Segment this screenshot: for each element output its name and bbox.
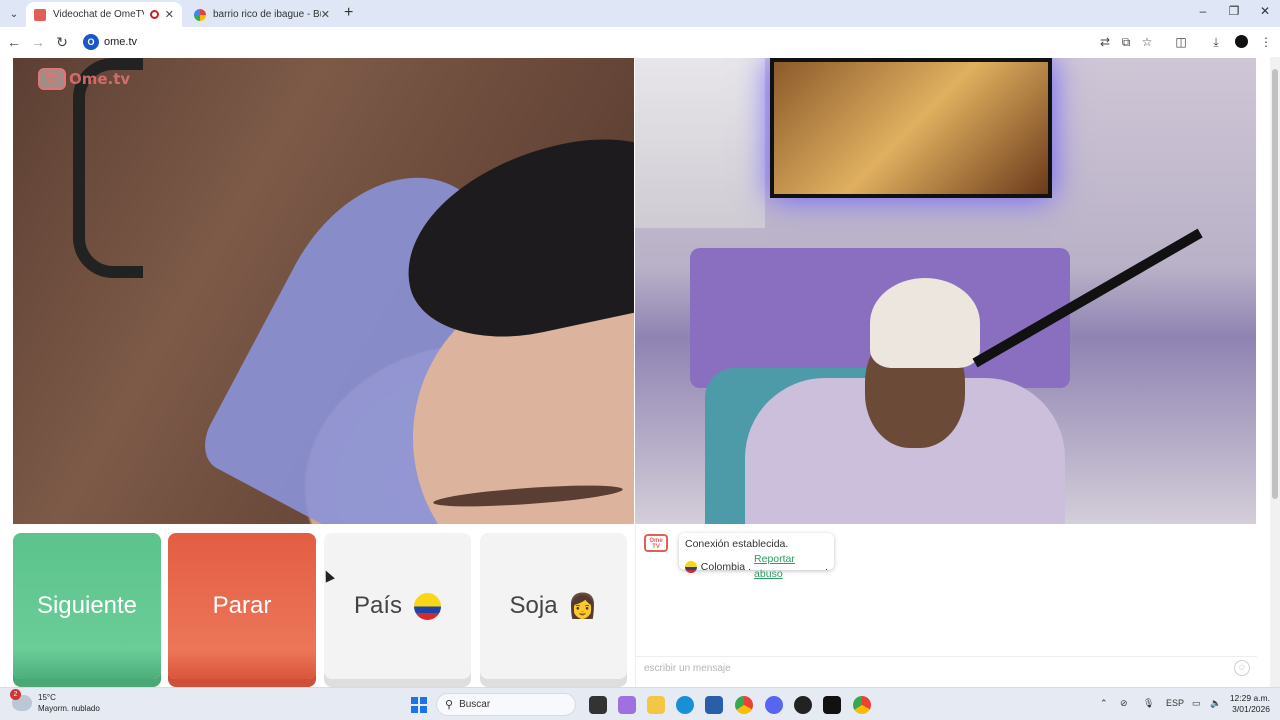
colombia-flag-icon <box>414 592 442 620</box>
next-label: Siguiente <box>36 592 138 619</box>
task-view-icon[interactable] <box>589 696 607 714</box>
reload-icon[interactable]: ↻ <box>54 34 70 50</box>
new-tab-button[interactable]: + <box>344 4 353 22</box>
language-indicator[interactable]: ESP <box>1166 698 1184 708</box>
file-explorer-icon[interactable] <box>647 696 665 714</box>
star-icon[interactable]: ☆ <box>1140 35 1154 49</box>
ometv-page: Ome TV Ome.tv Siguiente Parar País Soja … <box>0 57 1270 687</box>
close-icon[interactable]: ✕ <box>321 8 330 21</box>
obs-icon[interactable] <box>794 696 812 714</box>
minimize-button[interactable]: – <box>1193 4 1213 18</box>
tab-search[interactable]: barrio rico de ibague - Buscar c ✕ <box>186 2 338 27</box>
extensions-icon[interactable]: ◫ <box>1174 35 1188 49</box>
copilot-icon[interactable] <box>618 696 636 714</box>
page-scrollbar[interactable] <box>1270 57 1280 687</box>
stop-button[interactable]: Parar <box>168 533 316 679</box>
chevron-up-icon[interactable]: ⌃ <box>1100 698 1108 709</box>
video-detail <box>770 58 1052 198</box>
window-close-button[interactable]: ✕ <box>1255 4 1275 18</box>
display-icon[interactable]: ▭ <box>1192 698 1201 709</box>
forward-icon[interactable]: → <box>30 34 46 50</box>
ometv-favicon-icon <box>34 8 46 21</box>
close-icon[interactable]: ✕ <box>165 8 174 21</box>
country-suffix: . <box>748 560 752 573</box>
system-message: Conexión establecida. Colombia . Reporta… <box>679 533 834 580</box>
weather-badge: 2 <box>10 689 21 700</box>
tiktok-icon[interactable] <box>823 696 841 714</box>
emoji-icon[interactable]: ☺ <box>1234 660 1250 676</box>
country-name: Colombia <box>700 560 746 573</box>
weather-description: Mayorm. nublado <box>38 704 100 713</box>
country-label: País <box>353 592 403 619</box>
scrollbar-thumb[interactable] <box>1272 69 1278 499</box>
tab-title: Videochat de OmeTV: una <box>53 9 144 20</box>
woman-icon: 👩 <box>567 592 598 620</box>
message-input[interactable]: escribir un mensaje ☺ <box>636 656 1257 680</box>
colombia-flag-icon <box>685 561 697 573</box>
video-detail <box>870 278 980 368</box>
stop-label: Parar <box>212 592 272 619</box>
chrome-icon[interactable] <box>735 696 753 714</box>
browser-toolbar: ← → ↻ O ome.tv ⇄ ⧉ ☆ ◫ ⤓ ⋮ <box>0 27 1280 57</box>
temperature: 15°C <box>38 693 56 702</box>
gender-button[interactable]: Soja 👩 <box>480 533 627 679</box>
system-clock[interactable]: 12:29 a.m. 3/01/2026 <box>1226 693 1270 715</box>
install-icon[interactable]: ⧉ <box>1119 35 1133 49</box>
record-icon <box>149 10 159 19</box>
chat-panel: Ome TV Conexión establecida. Colombia . … <box>635 525 1257 687</box>
menu-icon[interactable]: ⋮ <box>1259 35 1273 49</box>
network-off-icon[interactable]: ⊘ <box>1120 698 1128 709</box>
clock-date: 3/01/2026 <box>1232 704 1270 714</box>
taskbar-search[interactable]: ⚲ Buscar <box>436 693 576 716</box>
edge-icon[interactable] <box>676 696 694 714</box>
address-bar[interactable]: ome.tv <box>104 36 137 48</box>
logo-badge: Ome TV <box>38 68 66 90</box>
tab-bar: ⌄ Videochat de OmeTV: una ✕ barrio rico … <box>0 0 1280 27</box>
tab-title: barrio rico de ibague - Buscar c <box>213 9 321 20</box>
video-detail <box>635 58 765 228</box>
ometv-logo: Ome TV Ome.tv <box>38 68 130 90</box>
store-icon[interactable] <box>705 696 723 714</box>
chrome-profile-icon[interactable] <box>853 696 871 714</box>
logo-text: Ome.tv <box>69 70 131 88</box>
clock-time: 12:29 a.m. <box>1229 693 1270 703</box>
self-video <box>635 58 1256 524</box>
chat-logo: Ome TV <box>644 534 668 552</box>
next-button[interactable]: Siguiente <box>13 533 161 679</box>
video-detail <box>73 58 143 278</box>
windows-icon[interactable] <box>411 697 427 713</box>
tab-ometv[interactable]: Videochat de OmeTV: una ✕ <box>26 2 182 27</box>
report-suffix: . <box>825 560 828 573</box>
country-button[interactable]: País <box>324 533 471 679</box>
partner-video: Ome TV Ome.tv <box>13 58 634 524</box>
windows-taskbar: 2 15°C Mayorm. nublado ⚲ Buscar ⌃ ⊘ 🎙 ES… <box>0 687 1280 720</box>
search-icon: ⚲ <box>445 699 454 711</box>
cloud-icon: 2 <box>10 689 32 711</box>
download-icon[interactable]: ⤓ <box>1209 35 1223 49</box>
weather-widget[interactable]: 2 15°C Mayorm. nublado <box>10 689 100 714</box>
search-label: Buscar <box>459 699 491 710</box>
message-placeholder: escribir un mensaje <box>644 663 731 674</box>
gender-label: Soja <box>509 592 558 619</box>
discord-icon[interactable] <box>765 696 783 714</box>
translate-icon[interactable]: ⇄ <box>1098 35 1112 49</box>
google-favicon-icon <box>194 8 206 21</box>
microphone-icon[interactable]: 🎙 <box>1143 698 1154 709</box>
message-text: Conexión establecida. <box>685 538 789 550</box>
message-country-row: Colombia . Reportar abuso . <box>685 552 828 582</box>
maximize-button[interactable]: ❐ <box>1224 4 1244 18</box>
report-abuse-link[interactable]: Reportar abuso <box>754 552 825 582</box>
volume-icon[interactable]: 🔈 <box>1210 698 1221 709</box>
site-info-icon[interactable]: O <box>83 34 99 50</box>
back-icon[interactable]: ← <box>6 34 22 50</box>
tab-search-icon[interactable]: ⌄ <box>4 4 24 24</box>
profile-avatar[interactable] <box>1235 35 1248 48</box>
